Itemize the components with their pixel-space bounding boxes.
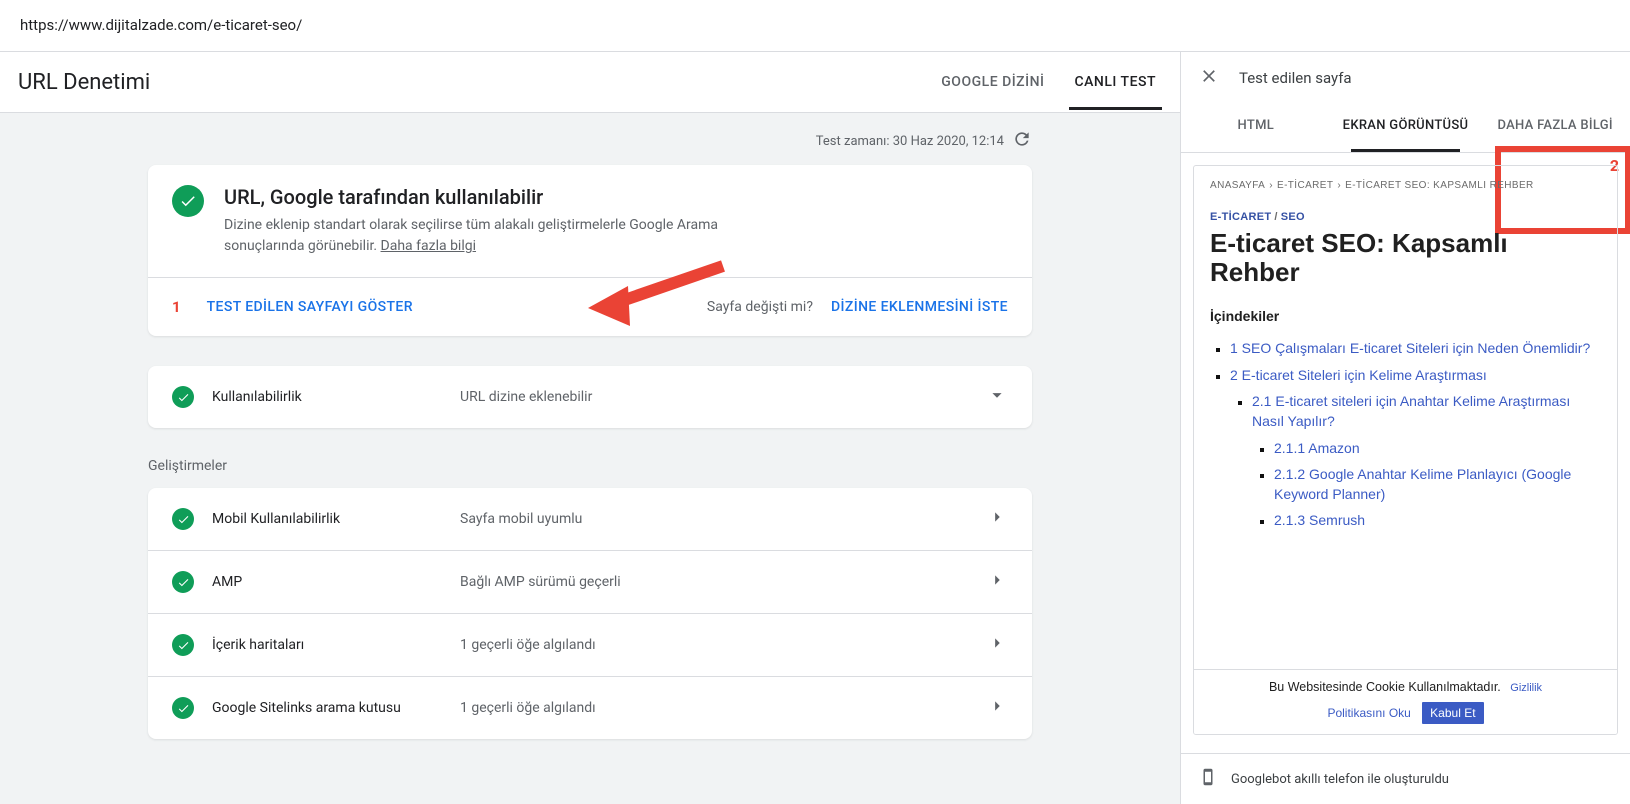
panel-tab-screenshot[interactable]: EKRAN GÖRÜNTÜSÜ	[1331, 100, 1481, 152]
chevron-right-icon	[986, 569, 1008, 595]
enhancement-row[interactable]: Google Sitelinks arama kutusu 1 geçerli …	[148, 676, 1032, 739]
toc-item[interactable]: 2 E-ticaret Siteleri için Kelime Araştır…	[1230, 365, 1601, 531]
device-info: Googlebot akıllı telefon ile oluşturuldu	[1181, 753, 1630, 804]
toc-item[interactable]: 2.1.1 Amazon	[1274, 438, 1601, 458]
main-tabs: GOOGLE DİZİNİ CANLI TEST	[935, 54, 1162, 110]
enhancement-row[interactable]: AMP Bağlı AMP sürümü geçerli	[148, 550, 1032, 613]
enhancement-value: 1 geçerli öğe algılandı	[460, 700, 968, 716]
smartphone-icon	[1199, 766, 1217, 792]
tab-live-test[interactable]: CANLI TEST	[1069, 54, 1163, 110]
more-info-link[interactable]: Daha fazla bilgi	[381, 238, 476, 254]
availability-value: URL dizine eklenebilir	[460, 389, 968, 405]
toc-list: 1 SEO Çalışmaları E-ticaret Siteleri içi…	[1210, 338, 1601, 530]
chevron-right-icon	[986, 506, 1008, 532]
close-icon[interactable]	[1199, 66, 1219, 90]
enhancement-label: İçerik haritaları	[212, 637, 442, 653]
enhancement-row[interactable]: Mobil Kullanılabilirlik Sayfa mobil uyum…	[148, 488, 1032, 550]
availability-label: Kullanılabilirlik	[212, 389, 442, 405]
enhancement-value: Sayfa mobil uyumlu	[460, 511, 968, 527]
check-circle-icon	[172, 634, 194, 656]
result-title: URL, Google tarafından kullanılabilir	[224, 185, 744, 209]
breadcrumb: ANASAYFA›E-TİCARET›E-TİCARET SEO: KAPSAM…	[1210, 180, 1601, 191]
enhancements-card: Mobil Kullanılabilirlik Sayfa mobil uyum…	[148, 488, 1032, 739]
panel-title: Test edilen sayfa	[1239, 69, 1352, 87]
enhancement-value: Bağlı AMP sürümü geçerli	[460, 574, 968, 590]
preview-heading: E-ticaret SEO: Kapsamlı Rehber	[1210, 229, 1601, 289]
chevron-right-icon	[986, 632, 1008, 658]
accept-button[interactable]: Kabul Et	[1422, 702, 1483, 724]
enhancement-row[interactable]: İçerik haritaları 1 geçerli öğe algıland…	[148, 613, 1032, 676]
result-card: URL, Google tarafından kullanılabilir Di…	[148, 165, 1032, 336]
panel-tab-html[interactable]: HTML	[1181, 100, 1331, 152]
toc-item[interactable]: 2.1.3 Semrush	[1274, 510, 1601, 530]
side-panel: Test edilen sayfa HTML EKRAN GÖRÜNTÜSÜ D…	[1180, 52, 1630, 804]
page-changed-label: Sayfa değişti mi?	[707, 299, 813, 315]
toc-item[interactable]: 1 SEO Çalışmaları E-ticaret Siteleri içi…	[1230, 338, 1601, 358]
enhancement-label: AMP	[212, 574, 442, 590]
availability-row[interactable]: Kullanılabilirlik URL dizine eklenebilir	[148, 366, 1032, 428]
tab-google-index[interactable]: GOOGLE DİZİNİ	[935, 54, 1050, 110]
refresh-icon[interactable]	[1012, 129, 1032, 153]
cookie-text: Bu Websitesinde Cookie Kullanılmaktadır.	[1269, 680, 1501, 694]
request-indexing-button[interactable]: DİZİNE EKLENMESİNİ İSTE	[831, 299, 1008, 315]
toc-title: İçindekiler	[1210, 308, 1601, 324]
check-circle-icon	[172, 185, 204, 217]
enhancement-label: Mobil Kullanılabilirlik	[212, 511, 442, 527]
privacy-link[interactable]: Gizlilik	[1510, 682, 1542, 694]
page-title: URL Denetimi	[18, 70, 150, 95]
chevron-down-icon	[986, 384, 1008, 410]
main-panel: URL Denetimi GOOGLE DİZİNİ CANLI TEST Te…	[0, 52, 1180, 804]
panel-tab-more[interactable]: DAHA FAZLA BİLGİ	[1480, 100, 1630, 152]
read-policy-link[interactable]: Politikasını Oku	[1327, 706, 1410, 720]
toc-item[interactable]: 2.1 E-ticaret siteleri için Anahtar Keli…	[1252, 391, 1601, 531]
enhancements-label: Geliştirmeler	[148, 458, 1032, 474]
enhancement-label: Google Sitelinks arama kutusu	[212, 700, 442, 716]
availability-card: Kullanılabilirlik URL dizine eklenebilir	[148, 366, 1032, 428]
panel-tabs: HTML EKRAN GÖRÜNTÜSÜ DAHA FAZLA BİLGİ	[1181, 100, 1630, 153]
category-line: E-TİCARET/SEO	[1210, 211, 1601, 223]
chevron-right-icon	[986, 695, 1008, 721]
check-circle-icon	[172, 508, 194, 530]
check-circle-icon	[172, 386, 194, 408]
annotation-1: 1	[172, 298, 181, 316]
view-tested-page-button[interactable]: TEST EDİLEN SAYFAYI GÖSTER	[207, 299, 413, 315]
url-bar[interactable]: https://www.dijitalzade.com/e-ticaret-se…	[0, 0, 1630, 52]
enhancement-value: 1 geçerli öğe algılandı	[460, 637, 968, 653]
cookie-bar: Bu Websitesinde Cookie Kullanılmaktadır.…	[1194, 669, 1617, 734]
result-description: Dizine eklenip standart olarak seçilirse…	[224, 215, 744, 257]
page-header: URL Denetimi GOOGLE DİZİNİ CANLI TEST	[0, 52, 1180, 113]
check-circle-icon	[172, 571, 194, 593]
test-timestamp: Test zamanı: 30 Haz 2020, 12:14	[816, 134, 1004, 149]
toc-item[interactable]: 2.1.2 Google Anahtar Kelime Planlayıcı (…	[1274, 464, 1601, 505]
screenshot-preview: ANASAYFA›E-TİCARET›E-TİCARET SEO: KAPSAM…	[1193, 165, 1618, 735]
check-circle-icon	[172, 697, 194, 719]
